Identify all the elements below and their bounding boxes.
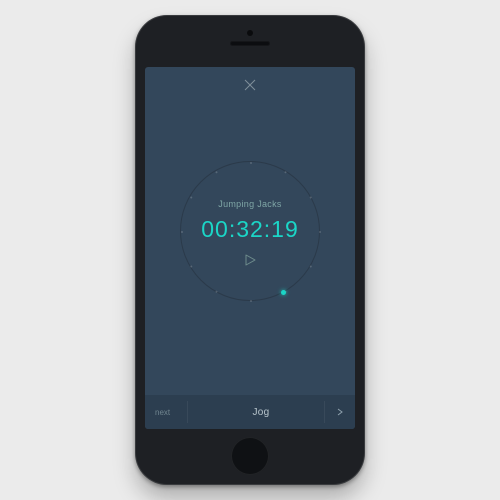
ring-tick — [250, 300, 252, 302]
phone-device: Jumping Jacks 00:32:19 next Jog — [135, 15, 365, 485]
exercise-name: Jumping Jacks — [180, 199, 320, 209]
timer-ring-area: Jumping Jacks 00:32:19 — [145, 67, 355, 395]
timer-ring[interactable]: Jumping Jacks 00:32:19 — [180, 161, 320, 301]
ring-tick — [250, 162, 252, 164]
progress-knob[interactable] — [281, 290, 286, 295]
next-label: next — [145, 408, 197, 417]
chevron-right-icon[interactable] — [325, 407, 355, 417]
phone-camera — [247, 30, 253, 36]
timer-display: 00:32:19 — [180, 216, 320, 243]
divider — [187, 401, 188, 423]
divider — [324, 401, 325, 423]
phone-speaker — [230, 41, 270, 46]
play-icon[interactable] — [243, 253, 257, 267]
app-screen: Jumping Jacks 00:32:19 next Jog — [145, 67, 355, 429]
ring-tick — [309, 265, 312, 268]
next-exercise-bar[interactable]: next Jog — [145, 395, 355, 429]
phone-home-button[interactable] — [231, 437, 269, 475]
next-activity-name: Jog — [197, 407, 325, 418]
